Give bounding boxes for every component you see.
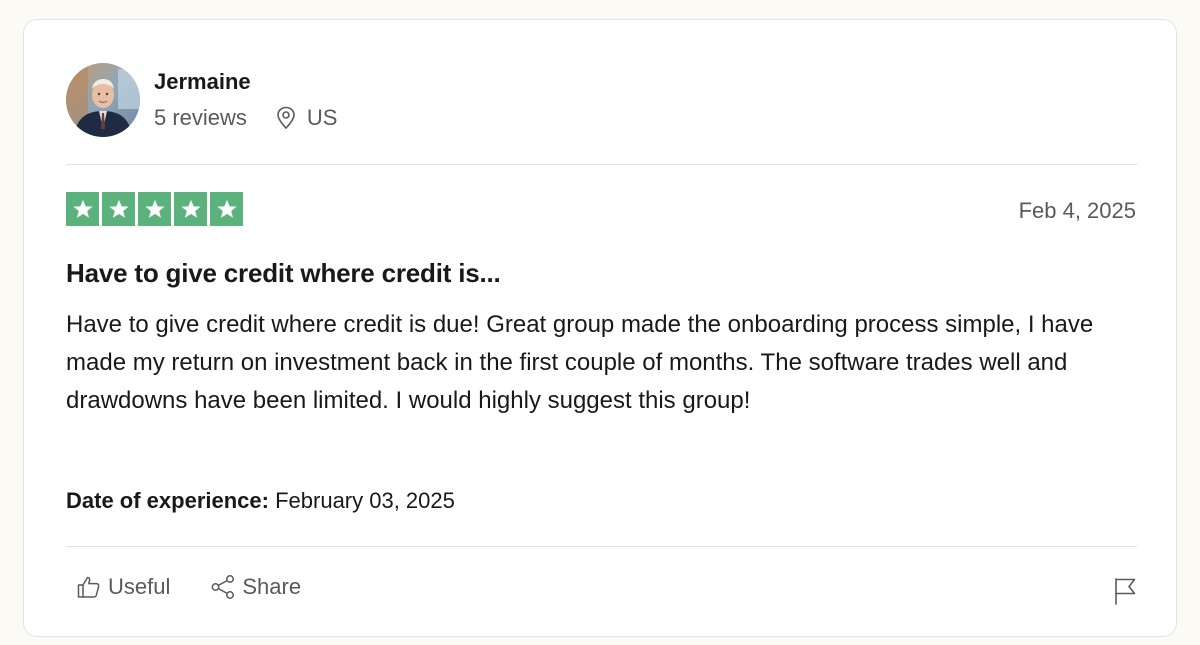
star-3 xyxy=(138,192,171,226)
review-date: Feb 4, 2025 xyxy=(1018,198,1136,223)
star-5 xyxy=(210,192,243,226)
location-label: US xyxy=(306,105,338,130)
reviewer-location: US xyxy=(275,105,338,131)
review-card: Jermaine 5 reviews US Feb 4, 2025 Have t… xyxy=(23,19,1177,637)
thumbs-up-icon xyxy=(77,576,100,598)
reviewer-info: Jermaine 5 reviews US xyxy=(154,69,337,131)
location-pin-icon xyxy=(277,106,295,130)
star-rating xyxy=(66,192,246,226)
star-icon xyxy=(144,199,165,218)
star-2 xyxy=(102,192,135,226)
star-icon xyxy=(216,199,237,218)
star-icon xyxy=(180,199,201,218)
review-actions: Useful Share xyxy=(76,574,301,600)
flag-icon xyxy=(1115,578,1136,605)
review-title[interactable]: Have to give credit where credit is... xyxy=(66,258,501,289)
header-divider xyxy=(66,164,1137,165)
review-body: Have to give credit where credit is due!… xyxy=(66,311,1094,414)
star-4 xyxy=(174,192,207,226)
reviewer-name[interactable]: Jermaine xyxy=(154,69,337,95)
experience-date: February 03, 2025 xyxy=(275,488,455,513)
reviewer-header: Jermaine 5 reviews US xyxy=(66,62,337,138)
star-1 xyxy=(66,192,99,226)
experience-label: Date of experience: xyxy=(66,488,269,513)
star-icon xyxy=(108,199,129,218)
share-label: Share xyxy=(242,574,302,599)
useful-button[interactable]: Useful xyxy=(76,574,170,600)
report-button[interactable] xyxy=(1112,576,1138,611)
avatar[interactable] xyxy=(66,63,140,137)
reviewer-meta: 5 reviews US xyxy=(154,105,337,131)
share-icon xyxy=(211,575,235,599)
review-count: 5 reviews xyxy=(154,105,247,130)
footer-divider xyxy=(66,546,1137,547)
date-of-experience: Date of experience: February 03, 2025 xyxy=(66,488,455,514)
useful-label: Useful xyxy=(108,574,171,599)
star-icon xyxy=(72,199,93,218)
share-button[interactable]: Share xyxy=(210,574,301,600)
